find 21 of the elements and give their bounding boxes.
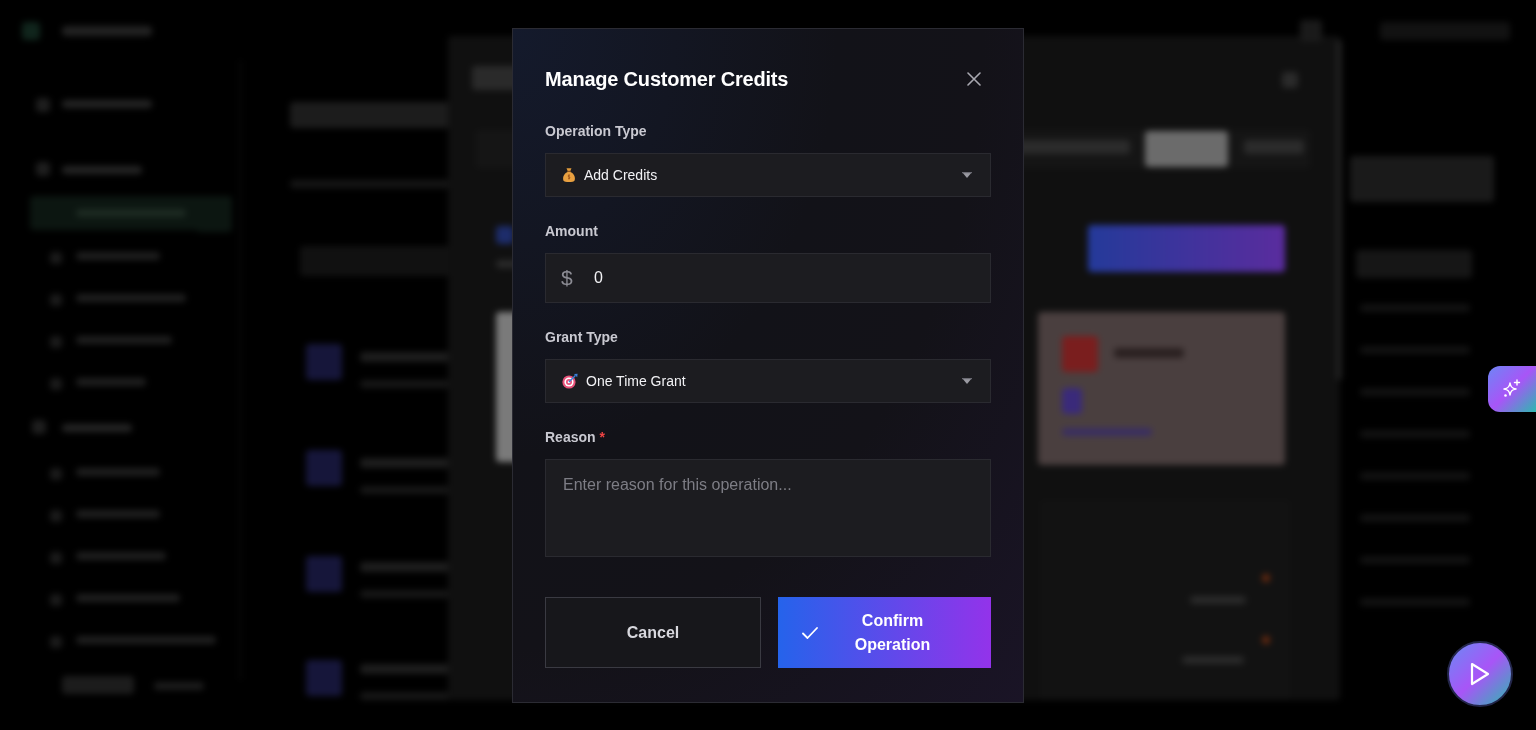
check-icon [802,626,818,639]
caret-icon [962,171,972,179]
confirm-button[interactable]: Confirm Operation [778,597,991,668]
field-label: Amount [545,222,598,241]
ai-assistant-button[interactable] [1488,366,1536,412]
field-label: Reason [545,428,596,447]
dropdown-select[interactable]: One Time Grant [545,359,991,403]
currency-symbol: $ [561,266,573,290]
cancel-button[interactable]: Cancel [545,597,761,668]
target-icon [562,373,578,389]
dialog-title: Manage Customer Credits [545,67,789,92]
field-label: Operation Type [545,122,647,141]
money-bag-icon [562,167,576,183]
play-icon [1470,662,1490,686]
sparkles-icon [1502,379,1522,399]
field-label: Grant Type [545,328,618,347]
caret-icon [962,377,972,385]
required-mark: * [599,428,606,447]
close-icon[interactable] [967,72,981,86]
reason-textarea[interactable]: Enter reason for this operation... [545,459,991,557]
dropdown-select[interactable]: Add Credits [545,153,991,197]
